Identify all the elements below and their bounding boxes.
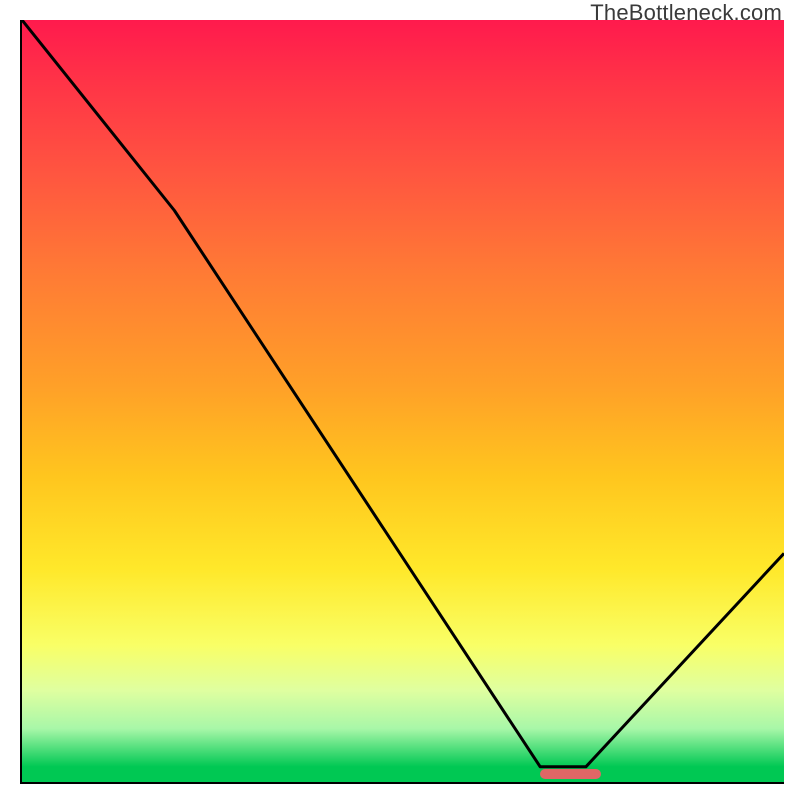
bottleneck-curve-path xyxy=(22,20,784,767)
curve-svg xyxy=(22,20,784,782)
plot-area xyxy=(20,20,784,784)
bottleneck-chart: TheBottleneck.com xyxy=(0,0,800,800)
sweet-spot-marker xyxy=(540,769,601,779)
